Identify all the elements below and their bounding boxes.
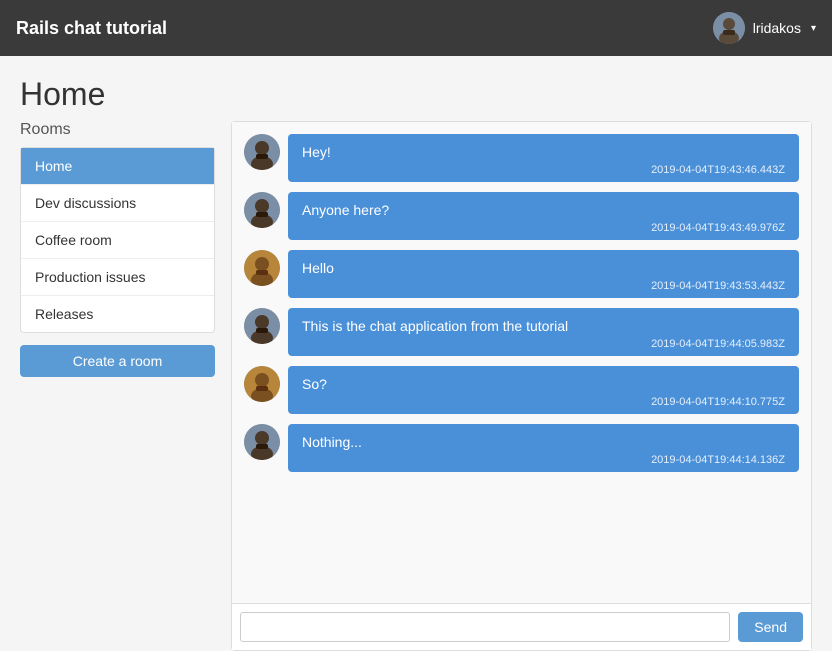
- page-title: Home: [20, 76, 812, 113]
- message-time: 2019-04-04T19:44:05.983Z: [302, 338, 785, 350]
- message-avatar: [244, 424, 280, 460]
- content-area: Rooms HomeDev discussionsCoffee roomProd…: [20, 121, 812, 651]
- message-avatar: [244, 192, 280, 228]
- message-time: 2019-04-04T19:44:14.136Z: [302, 454, 785, 466]
- navbar-brand: Rails chat tutorial: [16, 18, 167, 39]
- message-time: 2019-04-04T19:43:53.443Z: [302, 280, 785, 292]
- sidebar-nav: HomeDev discussionsCoffee roomProduction…: [20, 147, 215, 333]
- send-button[interactable]: Send: [738, 612, 803, 642]
- message-text: Anyone here?: [302, 202, 785, 218]
- navbar: Rails chat tutorial lridakos ▾: [0, 0, 832, 56]
- message-bubble: This is the chat application from the tu…: [288, 308, 799, 356]
- message-bubble: Nothing... 2019-04-04T19:44:14.136Z: [288, 424, 799, 472]
- avatar: [713, 12, 745, 44]
- message-row: Anyone here? 2019-04-04T19:43:49.976Z: [244, 192, 799, 240]
- message-time: 2019-04-04T19:43:49.976Z: [302, 222, 785, 234]
- message-row: This is the chat application from the tu…: [244, 308, 799, 356]
- sidebar-item-coffee-room[interactable]: Coffee room: [21, 222, 214, 259]
- page-content: Home Rooms HomeDev discussionsCoffee roo…: [0, 56, 832, 651]
- messages-area: Hey! 2019-04-04T19:43:46.443Z Anyone here…: [232, 122, 811, 603]
- sidebar: Rooms HomeDev discussionsCoffee roomProd…: [20, 121, 215, 651]
- message-text: This is the chat application from the tu…: [302, 318, 785, 334]
- sidebar-item-releases[interactable]: Releases: [21, 296, 214, 332]
- message-bubble: So? 2019-04-04T19:44:10.775Z: [288, 366, 799, 414]
- message-time: 2019-04-04T19:43:46.443Z: [302, 164, 785, 176]
- message-text: So?: [302, 376, 785, 392]
- sidebar-item-dev-discussions[interactable]: Dev discussions: [21, 185, 214, 222]
- message-avatar: [244, 366, 280, 402]
- message-bubble: Anyone here? 2019-04-04T19:43:49.976Z: [288, 192, 799, 240]
- rooms-label: Rooms: [20, 121, 215, 139]
- create-room-button[interactable]: Create a room: [20, 345, 215, 377]
- message-avatar: [244, 134, 280, 170]
- message-row: Nothing... 2019-04-04T19:44:14.136Z: [244, 424, 799, 472]
- username-label: lridakos: [753, 20, 801, 36]
- message-bubble: Hey! 2019-04-04T19:43:46.443Z: [288, 134, 799, 182]
- sidebar-item-production-issues[interactable]: Production issues: [21, 259, 214, 296]
- message-text: Hey!: [302, 144, 785, 160]
- navbar-user[interactable]: lridakos ▾: [713, 12, 816, 44]
- dropdown-arrow-icon: ▾: [811, 23, 816, 34]
- message-time: 2019-04-04T19:44:10.775Z: [302, 396, 785, 408]
- message-row: Hello 2019-04-04T19:43:53.443Z: [244, 250, 799, 298]
- input-area: Send: [232, 603, 811, 650]
- message-text: Hello: [302, 260, 785, 276]
- message-avatar: [244, 308, 280, 344]
- message-row: So? 2019-04-04T19:44:10.775Z: [244, 366, 799, 414]
- message-row: Hey! 2019-04-04T19:43:46.443Z: [244, 134, 799, 182]
- message-input[interactable]: [240, 612, 730, 642]
- message-avatar: [244, 250, 280, 286]
- sidebar-item-home[interactable]: Home: [21, 148, 214, 185]
- message-text: Nothing...: [302, 434, 785, 450]
- message-bubble: Hello 2019-04-04T19:43:53.443Z: [288, 250, 799, 298]
- chat-container: Hey! 2019-04-04T19:43:46.443Z Anyone here…: [231, 121, 812, 651]
